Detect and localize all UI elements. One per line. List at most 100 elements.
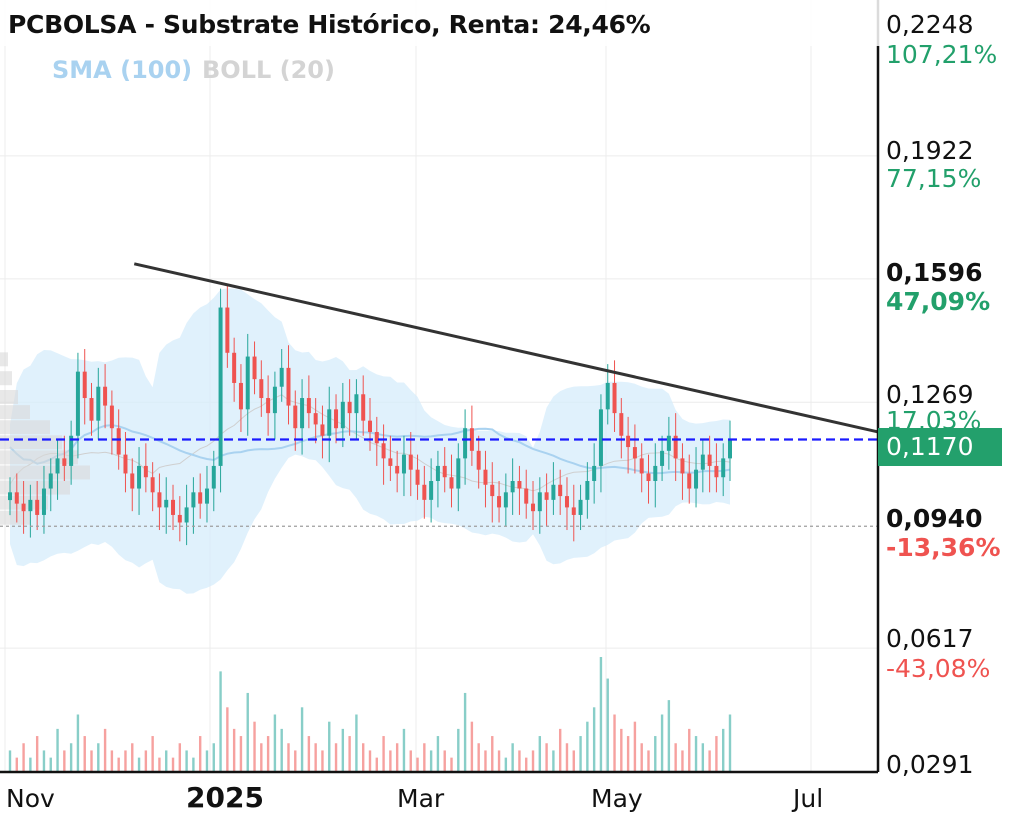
candle-body: [646, 473, 651, 482]
volume-profile-bar: [0, 465, 90, 480]
candle-body: [123, 454, 128, 474]
current-price-badge: 0,1170: [878, 428, 1002, 466]
candle-body: [150, 477, 155, 493]
x-tick-label: May: [591, 784, 643, 813]
volume-bar: [688, 728, 691, 772]
candle-body: [62, 458, 67, 466]
x-tick-label: 2025: [186, 781, 264, 814]
volume-bar: [511, 743, 514, 772]
volume-profile-bar: [0, 435, 62, 450]
volume-bar: [42, 750, 46, 772]
volume-bar: [681, 750, 684, 772]
candle-body: [449, 477, 454, 489]
candle-body: [632, 447, 637, 459]
candle-body: [327, 409, 332, 436]
candle-body: [157, 492, 162, 508]
y-price-label: 0,0940: [886, 504, 983, 533]
candle-body: [537, 492, 542, 512]
volume-bar: [158, 757, 161, 772]
volume-bar: [110, 750, 114, 772]
volume-bars: [8, 657, 732, 772]
volume-bar: [124, 750, 127, 772]
candle-body: [490, 484, 495, 497]
candle-body: [8, 492, 12, 501]
candle-body: [408, 454, 413, 470]
volume-bar: [497, 750, 501, 772]
volume-bar: [538, 736, 542, 772]
candle-body: [184, 507, 189, 523]
volume-bar: [348, 736, 351, 772]
candle-body: [204, 488, 209, 504]
candle-body: [381, 443, 386, 459]
candle-body: [524, 488, 529, 504]
candle-body: [320, 424, 325, 436]
volume-bar: [429, 750, 433, 772]
boll-indicator-label[interactable]: BOLL (20): [202, 56, 335, 84]
candle-body: [41, 488, 46, 515]
candle-body: [700, 454, 705, 470]
volume-bar: [463, 692, 467, 772]
y-pct-label: 77,15%: [886, 164, 982, 193]
volume-bar: [409, 750, 412, 772]
candle-body: [171, 499, 176, 515]
candle-body: [266, 398, 271, 414]
volume-bar: [219, 671, 222, 772]
volume-bar: [103, 728, 107, 772]
candle-body: [626, 435, 631, 448]
candle-body: [510, 481, 515, 493]
volume-bar: [300, 707, 304, 772]
candle-body: [313, 413, 318, 425]
volume-bar: [185, 750, 188, 772]
y-pct-label: 47,09%: [886, 287, 991, 316]
volume-bar: [56, 728, 59, 772]
volume-bar: [15, 757, 18, 772]
candle-body: [191, 492, 196, 508]
volume-bar: [90, 750, 93, 772]
y-price-label: 0,1596: [886, 258, 983, 287]
volume-bar: [287, 743, 290, 772]
candle-body: [721, 458, 726, 478]
volume-bar: [97, 743, 100, 772]
candle-body: [544, 492, 549, 500]
candle-body: [130, 473, 135, 489]
volume-bar: [382, 736, 385, 772]
candle-body: [218, 307, 223, 466]
candle-body: [503, 492, 508, 508]
volume-bar: [579, 736, 582, 772]
candle-body: [558, 484, 563, 497]
candle-body: [653, 465, 658, 482]
candle-body: [517, 481, 522, 489]
candle-body: [48, 473, 53, 489]
candle-body: [116, 428, 121, 455]
volume-bar: [205, 750, 209, 772]
volume-bar: [525, 757, 528, 772]
volume-bar: [599, 657, 603, 772]
volume-bar: [389, 750, 392, 772]
candle-body: [293, 405, 298, 429]
volume-bar: [586, 721, 589, 772]
y-pct-label: -13,36%: [886, 533, 1001, 562]
candle-body: [605, 382, 610, 410]
volume-bar: [423, 743, 426, 772]
sma-indicator-label[interactable]: SMA (100): [52, 56, 192, 84]
volume-bar: [504, 757, 508, 772]
candle-body: [374, 431, 379, 444]
candle-body: [232, 352, 237, 383]
volume-bar: [307, 736, 311, 772]
candle-body: [442, 465, 447, 478]
volume-bar: [49, 757, 52, 772]
candle-body: [551, 484, 556, 500]
candle-body: [89, 398, 94, 421]
candle-body: [143, 465, 148, 478]
volume-bar: [321, 750, 324, 772]
volume-bar: [294, 750, 297, 772]
volume-profile-bar: [0, 352, 8, 367]
volume-bar: [69, 743, 73, 772]
volume-bar: [232, 728, 236, 772]
candle-body: [497, 496, 502, 508]
candle-body: [463, 428, 468, 459]
candle-body: [680, 458, 685, 474]
candle-body: [660, 450, 665, 466]
volume-bar: [443, 750, 446, 772]
candle-body: [211, 465, 216, 489]
